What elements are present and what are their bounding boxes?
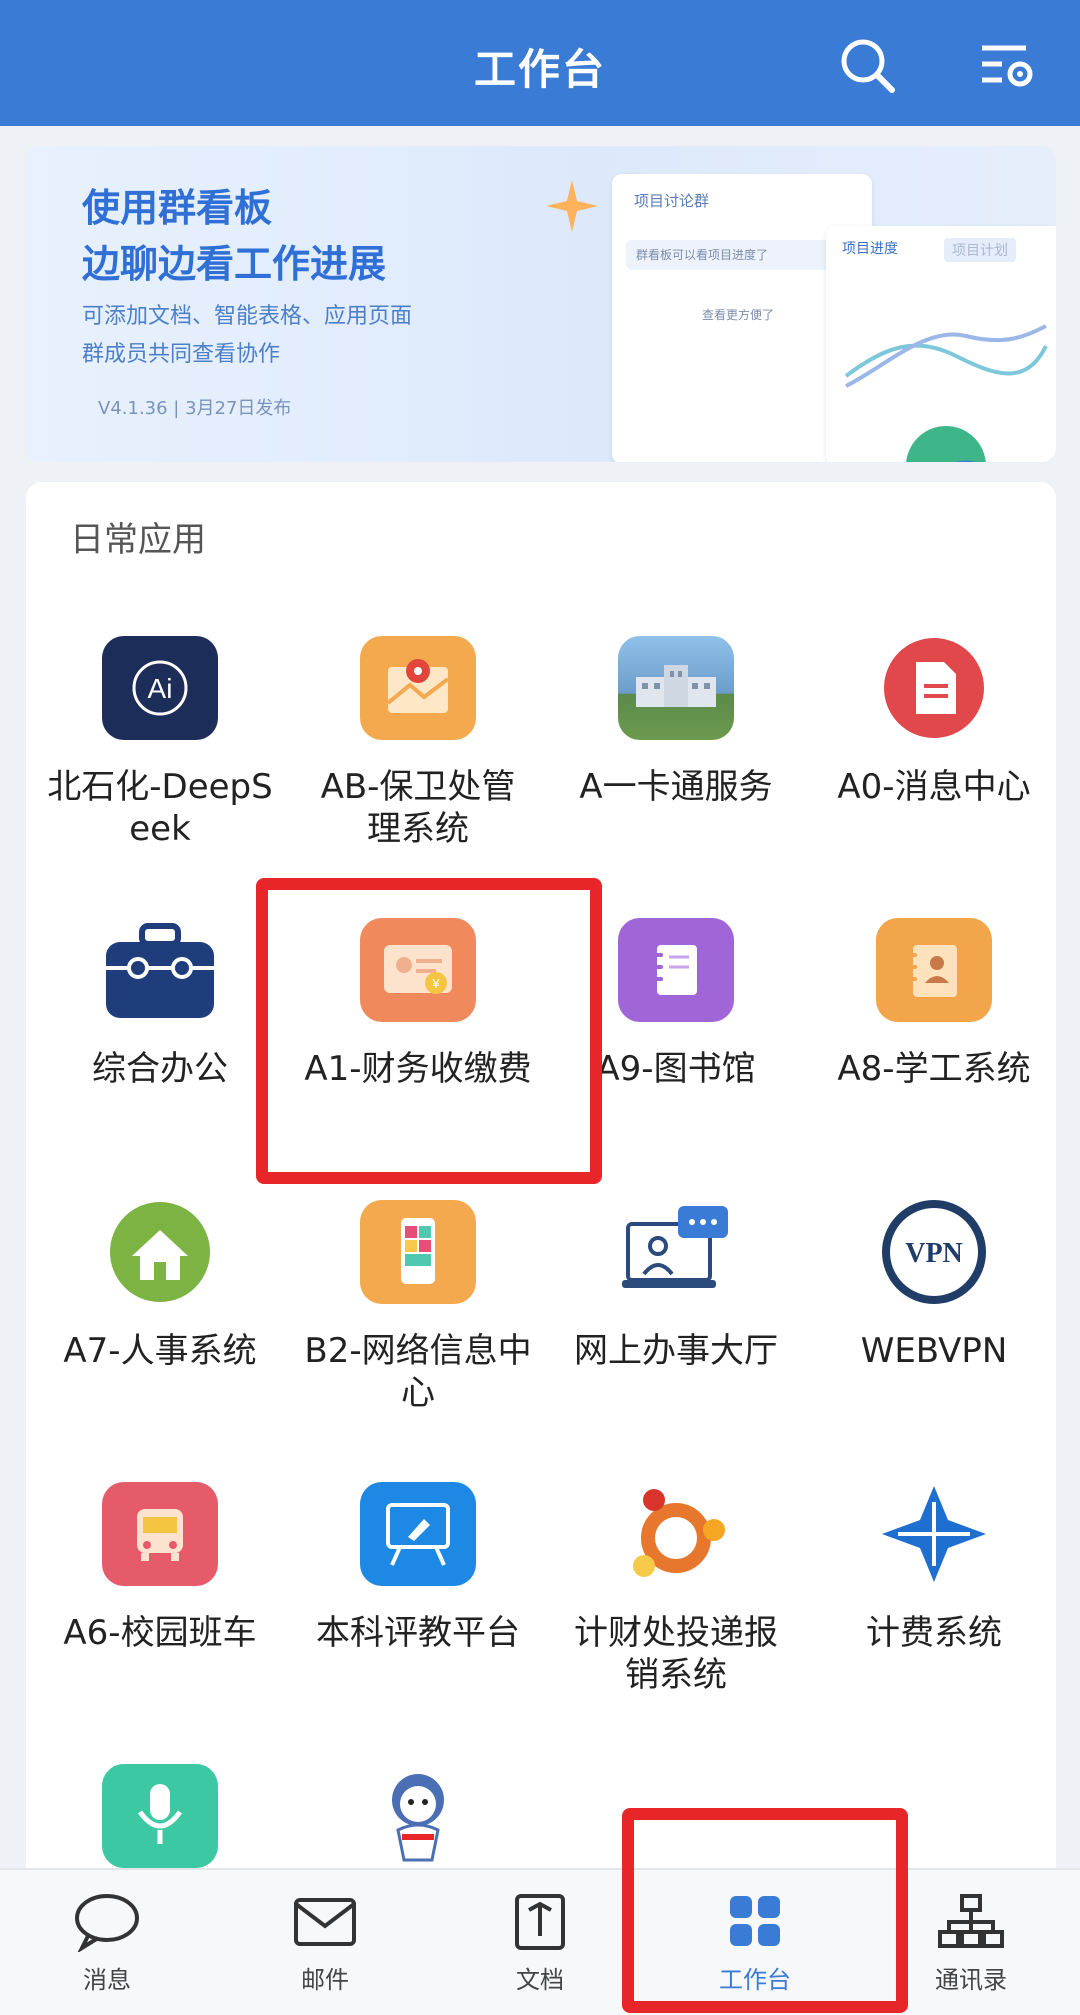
nav-messages[interactable]: 消息 bbox=[32, 1890, 182, 1995]
cross-logo-icon bbox=[876, 1482, 992, 1586]
svg-text:VPN: VPN bbox=[905, 1238, 963, 1269]
app-office[interactable]: 综合办公 bbox=[40, 918, 280, 1090]
bus-icon bbox=[102, 1482, 218, 1586]
briefcase-icon bbox=[102, 918, 218, 1022]
nav-mail[interactable]: 邮件 bbox=[250, 1890, 400, 1995]
list-settings-icon[interactable] bbox=[976, 34, 1040, 98]
notebook-icon bbox=[618, 918, 734, 1022]
home-icon bbox=[102, 1200, 218, 1304]
search-icon[interactable] bbox=[836, 34, 900, 98]
nav-contacts[interactable]: 通讯录 bbox=[896, 1890, 1046, 1995]
microphone-icon bbox=[102, 1764, 218, 1868]
app-billing[interactable]: 计费系统 bbox=[814, 1482, 1054, 1654]
app-teaching-evaluation[interactable]: 本科评教平台 bbox=[298, 1482, 538, 1654]
banner-mock-board: 项目进度 项目计划 bbox=[826, 226, 1056, 462]
mascot-icon bbox=[360, 1764, 476, 1868]
section-title: 日常应用 bbox=[70, 520, 206, 560]
banner-version: V4.1.36 | 3月27日发布 bbox=[98, 398, 292, 419]
sparkle-icon bbox=[546, 180, 598, 232]
app-campus-card[interactable]: A一卡通服务 bbox=[556, 636, 796, 808]
top-bar: 工作台 bbox=[0, 0, 1080, 126]
campus-building-icon bbox=[618, 636, 734, 740]
svg-text:Ai: Ai bbox=[148, 673, 173, 704]
online-hall-icon bbox=[618, 1200, 734, 1304]
promo-banner[interactable]: 使用群看板 边聊边看工作进展 可添加文档、智能表格、应用页面 群成员共同查看协作… bbox=[26, 146, 1056, 462]
app-hr[interactable]: A7-人事系统 bbox=[40, 1200, 280, 1372]
vpn-icon: VPN bbox=[876, 1200, 992, 1304]
app-deepseek[interactable]: Ai 北石化-DeepSeek bbox=[40, 636, 280, 850]
app-security-office[interactable]: AB-保卫处管理系统 bbox=[298, 636, 538, 850]
banner-headline: 使用群看板 边聊边看工作进展 bbox=[82, 186, 387, 286]
chat-bubble-icon bbox=[72, 1890, 142, 1954]
nav-docs[interactable]: 文档 bbox=[465, 1890, 615, 1995]
app-message-center[interactable]: A0-消息中心 bbox=[814, 636, 1054, 808]
app-student-affairs[interactable]: A8-学工系统 bbox=[814, 918, 1054, 1090]
org-chart-icon bbox=[936, 1890, 1006, 1954]
ai-icon: Ai bbox=[102, 636, 218, 740]
app-network-center[interactable]: B2-网络信息中心 bbox=[298, 1200, 538, 1414]
ubuntu-logo-icon bbox=[618, 1482, 734, 1586]
mail-icon bbox=[290, 1890, 360, 1954]
document-icon bbox=[876, 636, 992, 740]
app-campus-bus[interactable]: A6-校园班车 bbox=[40, 1482, 280, 1654]
app-reimbursement[interactable]: 计财处投递报销系统 bbox=[556, 1482, 796, 1696]
contact-book-icon bbox=[876, 918, 992, 1022]
whiteboard-icon bbox=[360, 1482, 476, 1586]
highlight-box-workbench bbox=[622, 1808, 908, 2013]
mini-line-chart bbox=[844, 324, 1048, 462]
map-pin-icon bbox=[360, 636, 476, 740]
banner-subtitle: 可添加文档、智能表格、应用页面 群成员共同查看协作 bbox=[82, 304, 413, 367]
page-title: 工作台 bbox=[473, 45, 606, 94]
phone-icon bbox=[360, 1200, 476, 1304]
bottom-nav: 消息 邮件 文档 工作台 通讯录 bbox=[0, 1868, 1080, 2015]
highlight-box-finance bbox=[256, 878, 602, 1184]
doc-icon bbox=[505, 1890, 575, 1954]
app-online-hall[interactable]: 网上办事大厅 bbox=[556, 1200, 796, 1372]
app-webvpn[interactable]: VPN WEBVPN bbox=[814, 1200, 1054, 1372]
